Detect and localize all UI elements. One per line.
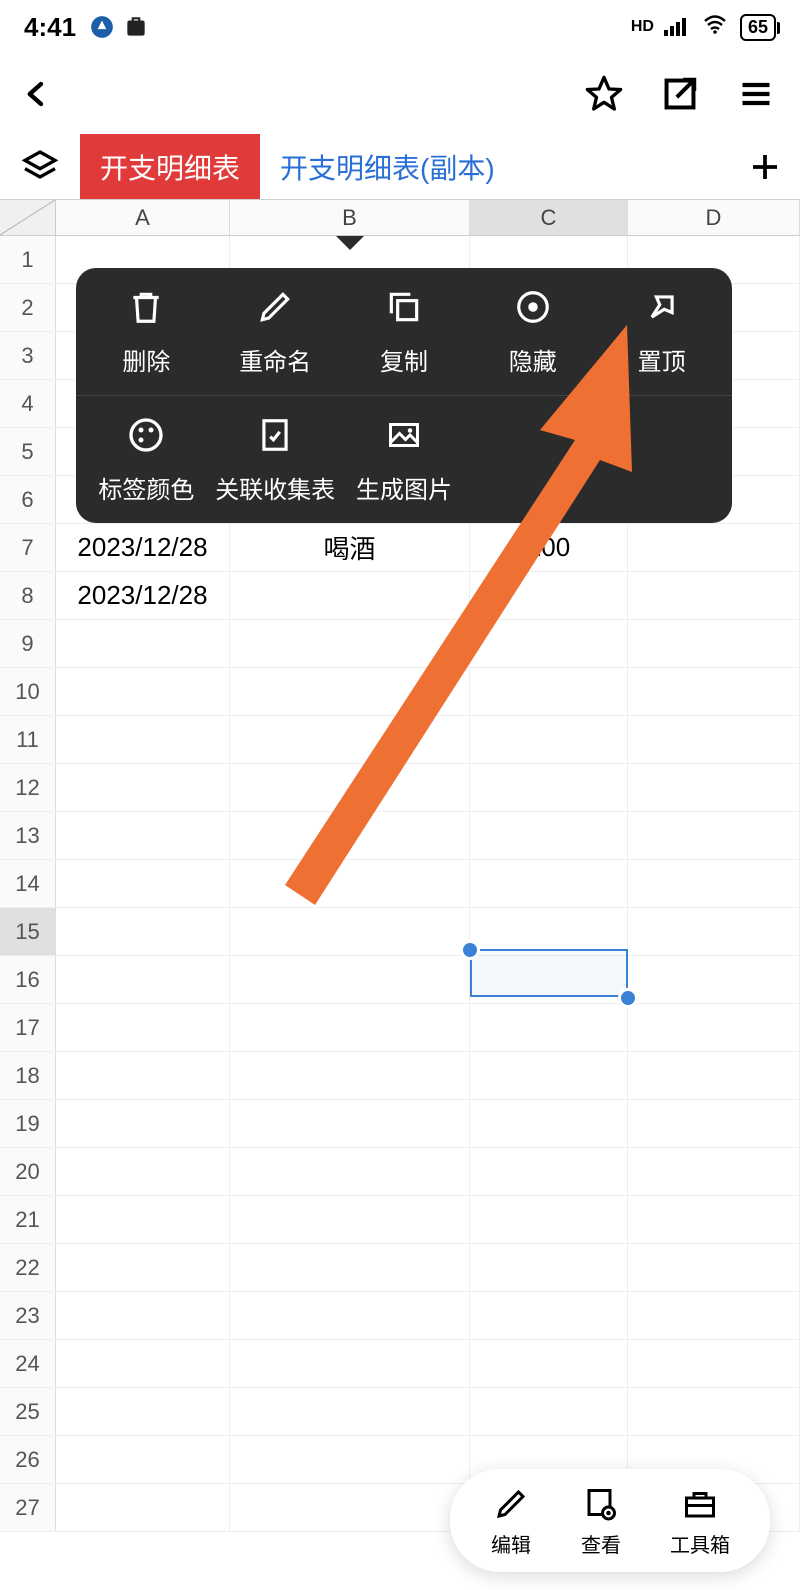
row-head[interactable]: 20 [0, 1148, 56, 1195]
row-head[interactable]: 14 [0, 860, 56, 907]
row-head[interactable]: 6 [0, 476, 56, 523]
select-all-corner[interactable] [0, 200, 56, 235]
row-head[interactable]: 3 [0, 332, 56, 379]
row-head[interactable]: 12 [0, 764, 56, 811]
col-header-c[interactable]: C [470, 200, 628, 235]
bottom-view[interactable]: 查看 [580, 1483, 622, 1558]
tab-inactive-label: 开支明细表(副本) [280, 147, 495, 187]
row-head[interactable]: 11 [0, 716, 56, 763]
pin-icon [641, 286, 683, 328]
menu-pointer-caret [336, 236, 364, 250]
row-head[interactable]: 2 [0, 284, 56, 331]
ctx-copy[interactable]: 复制 [340, 286, 469, 377]
add-tab-button[interactable] [730, 134, 800, 199]
tab-active-label: 开支明细表 [100, 147, 240, 187]
row-head[interactable]: 26 [0, 1436, 56, 1483]
selection-handle-br[interactable] [618, 988, 638, 1008]
star-button[interactable] [580, 70, 628, 118]
ctx-delete[interactable]: 删除 [82, 286, 211, 377]
cell-a7[interactable]: 2023/12/28 [56, 524, 230, 571]
row-head[interactable]: 8 [0, 572, 56, 619]
bottom-toolbox[interactable]: 工具箱 [670, 1483, 730, 1558]
top-nav [0, 54, 800, 134]
form-check-icon [254, 414, 296, 456]
cell-a8[interactable]: 2023/12/28 [56, 572, 230, 619]
row-head[interactable]: 9 [0, 620, 56, 667]
app-icon-2 [122, 13, 150, 41]
toolbox-icon [679, 1483, 721, 1525]
row-head[interactable]: 4 [0, 380, 56, 427]
ctx-tag-color[interactable]: 标签颜色 [82, 414, 211, 505]
row-head[interactable]: 22 [0, 1244, 56, 1291]
row-head[interactable]: 18 [0, 1052, 56, 1099]
back-button[interactable] [12, 70, 60, 118]
view-icon [580, 1483, 622, 1525]
row-head[interactable]: 19 [0, 1100, 56, 1147]
palette-icon [125, 414, 167, 456]
context-menu: 删除 重命名 复制 隐藏 置顶 标签颜色 关联收集表 生成图片 [76, 268, 732, 523]
row-head[interactable]: 23 [0, 1292, 56, 1339]
menu-button[interactable] [732, 70, 780, 118]
pencil-icon [254, 286, 296, 328]
layers-button[interactable] [0, 134, 80, 199]
row-head[interactable]: 7 [0, 524, 56, 571]
pencil-icon [490, 1483, 532, 1525]
tab-inactive[interactable]: 开支明细表(副本) [260, 134, 515, 199]
row-head[interactable]: 10 [0, 668, 56, 715]
copy-icon [383, 286, 425, 328]
ctx-hide[interactable]: 隐藏 [468, 286, 597, 377]
selection-handle-tl[interactable] [460, 940, 480, 960]
status-bar: 4:41 HD 65 [0, 0, 800, 54]
row-head[interactable]: 25 [0, 1388, 56, 1435]
row-head[interactable]: 16 [0, 956, 56, 1003]
wifi-icon [700, 12, 730, 43]
hd-indicator: HD [631, 18, 654, 36]
bottom-toolbar: 编辑 查看 工具箱 [450, 1469, 770, 1572]
row-head[interactable]: 13 [0, 812, 56, 859]
bottom-edit[interactable]: 编辑 [490, 1483, 532, 1558]
col-header-b[interactable]: B [230, 200, 470, 235]
ctx-link-form[interactable]: 关联收集表 [211, 414, 340, 505]
ctx-pin[interactable]: 置顶 [597, 286, 726, 377]
eye-icon [512, 286, 554, 328]
ctx-gen-image[interactable]: 生成图片 [340, 414, 469, 505]
col-header-a[interactable]: A [56, 200, 230, 235]
tab-active[interactable]: 开支明细表 [80, 134, 260, 199]
row-head[interactable]: 1 [0, 236, 56, 283]
row-head[interactable]: 5 [0, 428, 56, 475]
trash-icon [125, 286, 167, 328]
cell-c7[interactable]: 100 [470, 524, 628, 571]
row-head[interactable]: 21 [0, 1196, 56, 1243]
battery-indicator: 65 [740, 14, 776, 41]
cell-b7[interactable]: 喝酒 [230, 524, 470, 571]
row-head[interactable]: 17 [0, 1004, 56, 1051]
selected-cell-box[interactable] [470, 949, 628, 997]
app-icon-1 [88, 13, 116, 41]
column-headers: A B C D [0, 200, 800, 236]
row-head[interactable]: 27 [0, 1484, 56, 1531]
share-button[interactable] [656, 70, 704, 118]
row-head[interactable]: 15 [0, 908, 56, 955]
ctx-rename[interactable]: 重命名 [211, 286, 340, 377]
status-time: 4:41 [24, 12, 76, 43]
sheet-tabs-row: 开支明细表 开支明细表(副本) [0, 134, 800, 200]
row-head[interactable]: 24 [0, 1340, 56, 1387]
signal-icon [664, 12, 690, 43]
image-icon [383, 414, 425, 456]
col-header-d[interactable]: D [628, 200, 800, 235]
